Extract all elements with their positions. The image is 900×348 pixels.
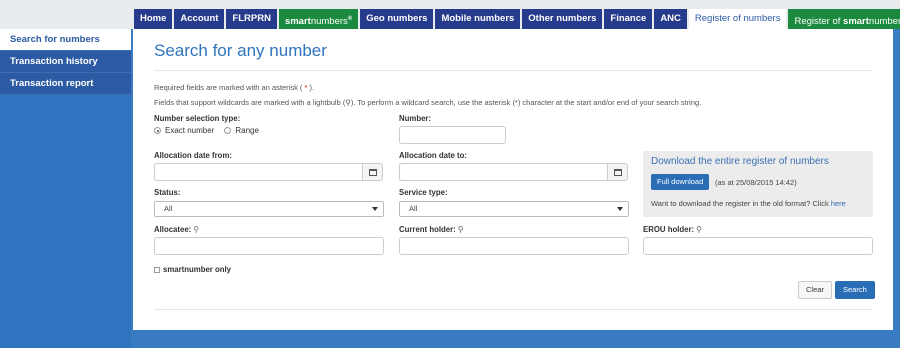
caret-down-icon: [617, 207, 623, 211]
download-box: Download the entire register of numbers …: [643, 151, 873, 217]
calendar-icon: [613, 168, 622, 176]
radio-range-label: Range: [235, 126, 259, 135]
old-format-link[interactable]: here: [831, 199, 846, 208]
allocation-date-from-calendar-button[interactable]: [362, 163, 383, 181]
smartnumber-only-checkbox[interactable]: [154, 266, 160, 273]
radio-range[interactable]: [224, 127, 232, 134]
lightbulb-icon: ⚲: [457, 225, 464, 234]
allocatee-label: Allocatee: ⚲: [154, 225, 199, 234]
current-holder-label-text: Current holder:: [399, 225, 456, 234]
current-holder-label: Current holder: ⚲: [399, 225, 464, 234]
tab-numbers-label-2: numbers: [868, 16, 900, 28]
wildcard-note-post: ). To perform a wildcard search, use the…: [350, 98, 702, 107]
service-type-select[interactable]: All: [399, 201, 629, 217]
allocation-date-from-label: Allocation date from:: [154, 151, 232, 160]
search-button[interactable]: Search: [835, 281, 875, 299]
status-label: Status:: [154, 188, 181, 197]
tab-other-numbers[interactable]: Other numbers: [522, 9, 603, 29]
sidebar: Search for numbers Transaction history T…: [0, 29, 131, 95]
asterisk: *: [302, 83, 310, 92]
status-select-value: All: [164, 204, 173, 213]
tab-smart-label: smart: [284, 16, 311, 28]
allocatee-input[interactable]: [154, 237, 384, 255]
lightbulb-icon: ⚲: [696, 225, 702, 234]
number-input[interactable]: [399, 126, 506, 144]
tab-home[interactable]: Home: [134, 9, 173, 29]
number-selection-type-label: Number selection type:: [154, 114, 241, 123]
sidebar-item-search-for-numbers[interactable]: Search for numbers: [0, 29, 131, 51]
caret-down-icon: [372, 207, 378, 211]
tab-register-of-numbers[interactable]: Register of numbers: [688, 9, 787, 29]
radio-exact-number[interactable]: [154, 127, 161, 134]
tab-numbers-label: numbers: [310, 16, 348, 28]
registered-mark: ®: [347, 16, 353, 22]
old-format-text: Want to download the register in the old…: [651, 199, 831, 208]
main-panel: Search for any number Required fields ar…: [133, 29, 893, 330]
erou-holder-label: EROU holder: ⚲: [643, 225, 702, 234]
divider: [154, 309, 872, 310]
sidebar-item-transaction-history[interactable]: Transaction history: [0, 51, 131, 73]
tab-register-of-label: Register of: [794, 16, 844, 28]
tab-smartnumbers[interactable]: smartnumbers®: [278, 9, 359, 29]
wildcard-note: Fields that support wildcards are marked…: [154, 98, 701, 107]
tab-register-of-smartnumbers[interactable]: Register of smartnumbers®: [788, 9, 900, 29]
service-type-label: Service type:: [399, 188, 448, 197]
tab-anc[interactable]: ANC: [654, 9, 687, 29]
divider: [154, 70, 872, 71]
allocation-date-to-label: Allocation date to:: [399, 151, 468, 160]
status-select[interactable]: All: [154, 201, 384, 217]
calendar-icon: [368, 168, 377, 176]
number-selection-radios: Exact number Range: [154, 126, 259, 135]
tab-flrprn[interactable]: FLRPRN: [226, 9, 277, 29]
radio-exact-number-label: Exact number: [165, 126, 215, 135]
allocation-date-from-input[interactable]: [154, 163, 363, 181]
erou-holder-label-text: EROU holder:: [643, 225, 695, 234]
allocation-date-to-calendar-button[interactable]: [607, 163, 628, 181]
lightbulb-icon: ⚲: [193, 225, 200, 234]
tab-smart-label-2: smart: [843, 16, 869, 28]
page-title: Search for any number: [154, 41, 327, 60]
download-title: Download the entire register of numbers: [651, 156, 829, 167]
download-as-at: (as at 25/08/2015 14:42): [715, 178, 797, 187]
smartnumber-only-label: smartnumber only: [163, 265, 232, 274]
smartnumber-only-checkbox-row[interactable]: smartnumber only: [154, 265, 231, 274]
wildcard-note-pre: Fields that support wildcards are marked…: [154, 98, 346, 107]
allocatee-label-text: Allocatee:: [154, 225, 192, 234]
service-type-select-value: All: [409, 204, 418, 213]
current-holder-input[interactable]: [399, 237, 629, 255]
clear-button[interactable]: Clear: [798, 281, 832, 299]
main-nav: Home Account FLRPRN smartnumbers® Geo nu…: [134, 9, 900, 29]
tab-account[interactable]: Account: [174, 9, 225, 29]
tab-mobile-numbers[interactable]: Mobile numbers: [435, 9, 521, 29]
allocation-date-to-input[interactable]: [399, 163, 608, 181]
full-download-button[interactable]: Full download: [651, 174, 710, 190]
tab-finance[interactable]: Finance: [604, 9, 653, 29]
tab-geo-numbers[interactable]: Geo numbers: [360, 9, 434, 29]
required-note-post: ).: [309, 83, 315, 92]
number-label: Number:: [399, 114, 432, 123]
erou-holder-input[interactable]: [643, 237, 873, 255]
sidebar-item-transaction-report[interactable]: Transaction report: [0, 73, 131, 95]
old-format-note: Want to download the register in the old…: [651, 199, 846, 208]
required-note: Required fields are marked with an aster…: [154, 83, 314, 92]
required-note-pre: Required fields are marked with an aster…: [154, 83, 303, 92]
